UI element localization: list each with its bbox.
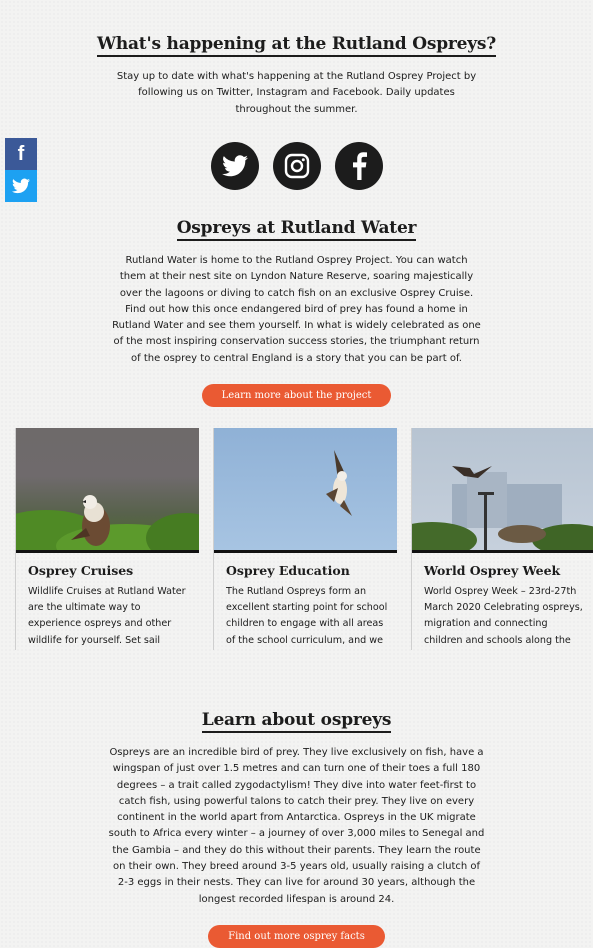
rutland-text: Rutland Water is home to the Rutland Osp… [112,255,481,364]
facebook-icon [352,152,367,180]
learn-section: Learn about ospreys Ospreys are an incre… [0,710,593,948]
twitter-link[interactable] [210,142,259,190]
rutland-title: Ospreys at Rutland Water [176,218,417,241]
card-title: Osprey Cruises [28,563,134,578]
osprey-facts-button[interactable]: Find out more osprey facts [208,924,385,948]
card-world-osprey-week[interactable]: World Osprey Week World Osprey Week – 23… [411,428,593,650]
card-osprey-education[interactable]: Osprey Education The Rutland Ospreys for… [213,428,397,650]
osprey-flying-image [214,428,397,553]
osprey-nest-image [412,428,593,553]
learn-text: Ospreys are an incredible bird of prey. … [108,747,485,905]
instagram-link[interactable] [272,142,321,190]
card-osprey-cruises[interactable]: Osprey Cruises Wildlife Cruises at Rutla… [15,428,199,650]
social-links [0,142,593,190]
learn-title: Learn about ospreys [201,710,391,733]
card-text: World Osprey Week – 23rd-27th March 2020… [424,586,583,646]
happening-section: What's happening at the Rutland Ospreys?… [0,34,593,118]
card-title: World Osprey Week [424,563,561,578]
card-text: Wildlife Cruises at Rutland Water are th… [28,586,186,646]
instagram-icon [284,153,309,179]
happening-text: Stay up to date with what's happening at… [116,71,477,115]
facebook-link[interactable] [334,142,383,190]
card-row: Osprey Cruises Wildlife Cruises at Rutla… [15,428,593,650]
learn-more-project-button[interactable]: Learn more about the project [201,384,392,408]
card-title: Osprey Education [226,563,350,578]
twitter-icon [221,155,248,177]
rutland-section: Ospreys at Rutland Water Rutland Water i… [0,218,593,408]
happening-title: What's happening at the Rutland Ospreys? [96,34,496,57]
card-text: The Rutland Ospreys form an excellent st… [226,586,388,646]
osprey-perched-image [16,428,199,553]
